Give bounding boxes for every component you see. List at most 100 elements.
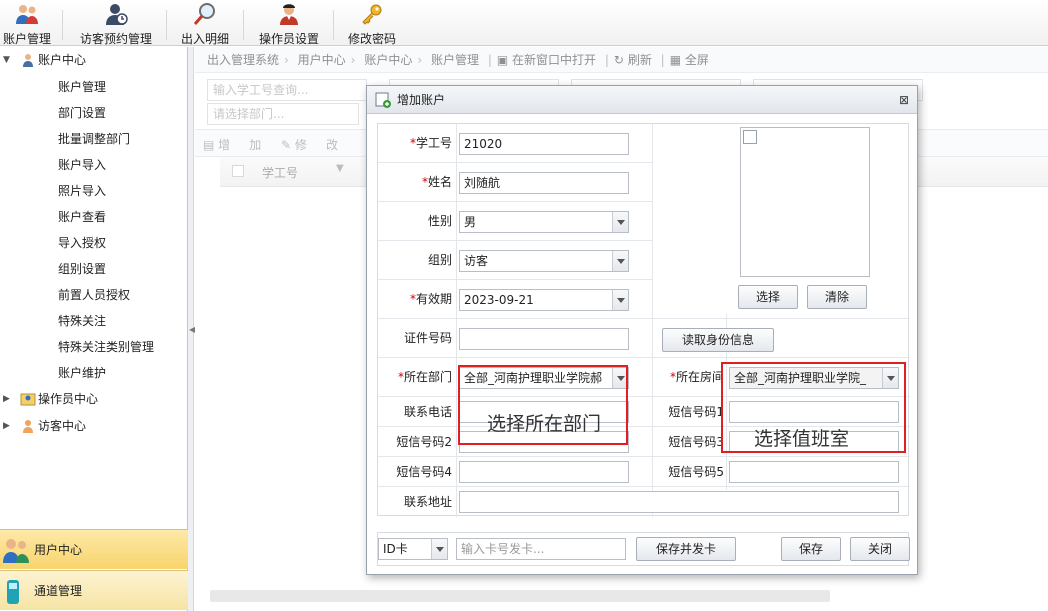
- chevron-down-icon[interactable]: [612, 212, 628, 232]
- address-label: 联系地址: [403, 495, 452, 509]
- chevron-down-icon[interactable]: [431, 539, 447, 559]
- group-value: 访客: [464, 254, 489, 268]
- sidebar-item-attention-category[interactable]: 特殊关注类别管理: [58, 335, 154, 359]
- sidebar-item-photo-import[interactable]: 照片导入: [58, 179, 106, 203]
- chevron-down-icon[interactable]: [612, 251, 628, 271]
- chevron-down-icon: ▼: [3, 55, 10, 65]
- horizontal-scrollbar[interactable]: [210, 590, 830, 602]
- dialog-title: 增加账户: [397, 93, 446, 107]
- dialog-footer: ID卡 输入卡号发卡... 保存并发卡 保存 关闭: [377, 532, 910, 566]
- workid-field[interactable]: 21020: [459, 133, 629, 155]
- person-icon: [23, 54, 33, 67]
- sidebar-item-account-import[interactable]: 账户导入: [58, 153, 106, 177]
- label-text: 姓名: [427, 175, 452, 189]
- sms2-label: 短信号码2: [396, 435, 452, 449]
- nav-user-center[interactable]: 用户中心: [0, 529, 188, 569]
- sidebar-item-account-view[interactable]: 账户查看: [58, 205, 106, 229]
- sms5-label: 短信号码5: [668, 465, 724, 479]
- toolbar-change-password[interactable]: 修改密码: [344, 2, 400, 46]
- add-account-dialog: 增加账户 ⊠ *学工号 21020 *姓名 刘随航 性别 男 组别 访客 *有效…: [366, 85, 918, 575]
- annotation-text-department: 选择所在部门: [487, 413, 602, 435]
- annotation-text-room: 选择值班室: [754, 428, 850, 450]
- name-field[interactable]: 刘随航: [459, 172, 629, 194]
- select-photo-button[interactable]: 选择: [738, 285, 798, 309]
- sidebar-item-front-authorization[interactable]: 前置人员授权: [58, 283, 130, 307]
- valid-date-value: 2023-09-21: [464, 293, 534, 307]
- visitor-icon: [23, 420, 33, 433]
- top-toolbar: 账户管理 访客预约管理 出入明细 操作员设置 修改密码: [0, 0, 1048, 46]
- tree-node-account-center[interactable]: ▼ 账户中心: [0, 48, 188, 72]
- divider: [378, 486, 910, 487]
- workid-label: *学工号: [378, 129, 452, 157]
- chevron-right-icon: ▶: [3, 421, 10, 431]
- chevron-down-icon[interactable]: [612, 290, 628, 310]
- tree-label: 访客中心: [38, 419, 87, 433]
- gate-icon: [7, 580, 19, 604]
- sidebar-item-special-attention[interactable]: 特殊关注: [58, 309, 106, 333]
- sidebar-item-group-settings[interactable]: 组别设置: [58, 257, 106, 281]
- close-button[interactable]: 关闭: [850, 537, 910, 561]
- sidebar-item-import-authorization[interactable]: 导入授权: [58, 231, 106, 255]
- toolbar-access-details[interactable]: 出入明细: [176, 2, 234, 46]
- nav-label: 用户中心: [34, 543, 83, 557]
- card-number-input[interactable]: 输入卡号发卡...: [456, 538, 626, 560]
- divider: [378, 357, 910, 358]
- gender-label: 性别: [427, 214, 452, 228]
- toolbar-label: 操作员设置: [258, 32, 319, 46]
- save-and-issue-button[interactable]: 保存并发卡: [636, 537, 736, 561]
- idno-field[interactable]: [459, 328, 629, 350]
- nav-channel-management[interactable]: 通道管理: [0, 570, 188, 610]
- valid-date-picker[interactable]: 2023-09-21: [459, 289, 629, 311]
- chevron-right-icon: ▶: [3, 394, 10, 404]
- save-button[interactable]: 保存: [781, 537, 841, 561]
- account-form: *学工号 21020 *姓名 刘随航 性别 男 组别 访客 *有效期 2023-…: [377, 123, 910, 517]
- label-text: 有效期: [415, 292, 452, 306]
- dialog-title-bar: 增加账户 ⊠: [367, 86, 917, 114]
- toolbar-operator-settings[interactable]: 操作员设置: [254, 2, 324, 46]
- sms5-field[interactable]: [729, 461, 899, 483]
- sidebar: ▼ 账户中心 账户管理 部门设置 批量调整部门 账户导入 照片导入 账户查看 导…: [0, 47, 188, 611]
- tree-node-visitor-center[interactable]: ▶ 访客中心: [0, 414, 188, 438]
- sms4-field[interactable]: [459, 461, 629, 483]
- close-icon[interactable]: ⊠: [899, 86, 909, 114]
- sidebar-item-batch-adjust[interactable]: 批量调整部门: [58, 127, 130, 151]
- panel-splitter[interactable]: ◀: [188, 47, 195, 611]
- toolbar-account-management[interactable]: 账户管理: [0, 2, 54, 46]
- divider: [456, 124, 457, 517]
- toolbar-visitor-booking[interactable]: 访客预约管理: [76, 2, 156, 46]
- group-label: 组别: [427, 253, 452, 267]
- divider: [378, 201, 652, 202]
- label-text: 所在房间: [675, 370, 724, 384]
- address-field[interactable]: [459, 491, 899, 513]
- tree-node-operator-center[interactable]: ▶ 操作员中心: [0, 387, 188, 411]
- sidebar-item-department-settings[interactable]: 部门设置: [58, 101, 106, 125]
- photo-checkbox[interactable]: [743, 130, 757, 144]
- group-select[interactable]: 访客: [459, 250, 629, 272]
- card-type-value: ID卡: [383, 542, 408, 556]
- users-icon: [3, 539, 29, 563]
- toolbar-separator: [166, 10, 167, 40]
- gender-select[interactable]: 男: [459, 211, 629, 233]
- clear-photo-button[interactable]: 清除: [807, 285, 867, 309]
- sidebar-item-account-maintenance[interactable]: 账户维护: [58, 361, 106, 385]
- divider: [378, 318, 910, 319]
- phone-label: 联系电话: [403, 405, 452, 419]
- toolbar-separator: [243, 10, 244, 40]
- card-type-select[interactable]: ID卡: [378, 538, 448, 560]
- divider: [378, 162, 652, 163]
- visitor-icon: [106, 4, 128, 25]
- sidebar-item-account-management[interactable]: 账户管理: [58, 75, 106, 99]
- divider: [378, 456, 910, 457]
- toolbar-label: 出入明细: [180, 32, 229, 46]
- valid-date-label: *有效期: [378, 285, 452, 313]
- gender-value: 男: [464, 215, 477, 229]
- users-icon: [16, 5, 38, 24]
- tree-label: 操作员中心: [38, 392, 99, 406]
- divider: [378, 279, 652, 280]
- sms4-label: 短信号码4: [396, 465, 452, 479]
- read-id-button[interactable]: 读取身份信息: [662, 328, 774, 352]
- label-text: 学工号: [415, 136, 452, 150]
- toolbar-label: 修改密码: [347, 32, 396, 46]
- department-label: *所在部门: [378, 363, 452, 391]
- toolbar-separator: [333, 10, 334, 40]
